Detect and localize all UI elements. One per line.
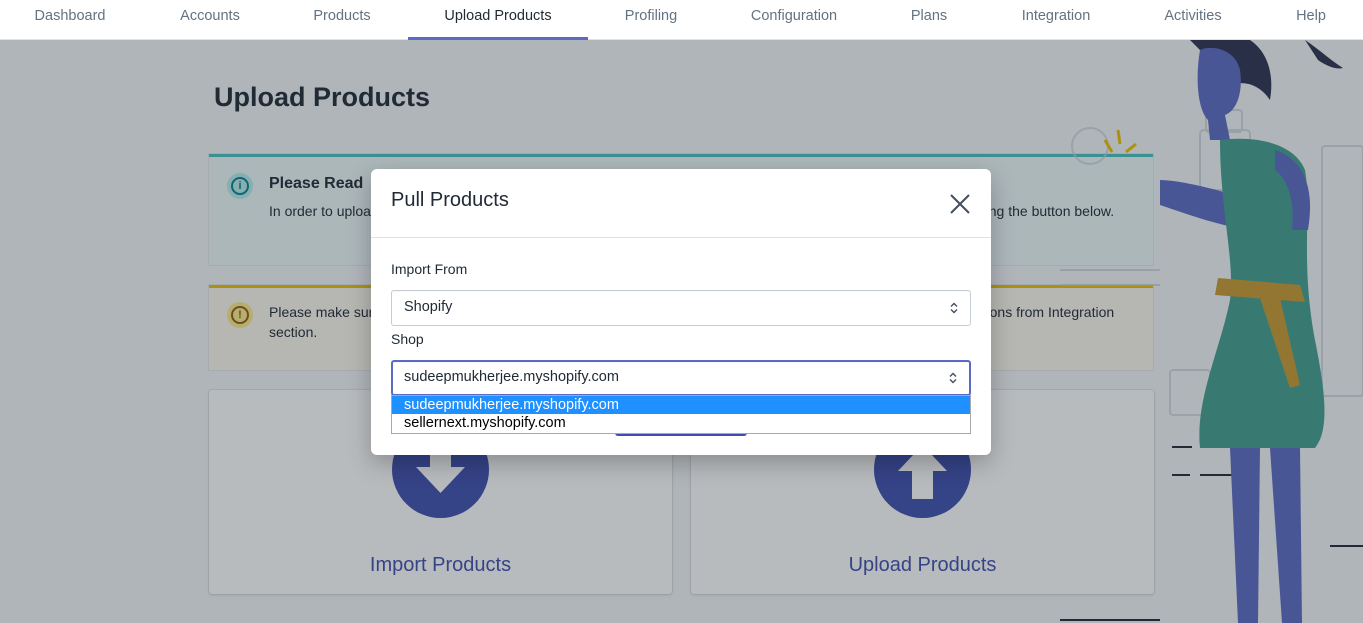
nav-tab-products[interactable]: Products — [292, 0, 392, 40]
nav-tab-plans[interactable]: Plans — [889, 0, 969, 40]
nav-tab-label: Upload Products — [444, 8, 552, 24]
nav-tab-label: Accounts — [180, 8, 240, 24]
nav-tab-label: Dashboard — [34, 8, 106, 24]
shop-option-sudeepmukherjee[interactable]: sudeepmukherjee.myshopify.com — [392, 396, 970, 414]
nav-tab-dashboard[interactable]: Dashboard — [20, 0, 120, 40]
nav-tab-profiling[interactable]: Profiling — [601, 0, 701, 40]
import-from-select[interactable]: Shopify — [391, 290, 971, 326]
modal-title: Pull Products — [391, 189, 509, 211]
nav-tab-accounts[interactable]: Accounts — [160, 0, 260, 40]
select-arrows-icon — [950, 302, 958, 314]
shop-select[interactable]: sudeepmukherjee.myshopify.com — [391, 360, 971, 396]
nav-tab-label: Profiling — [624, 8, 678, 24]
nav-tab-upload-products[interactable]: Upload Products — [408, 0, 588, 40]
nav-tab-label: Help — [1296, 8, 1326, 24]
import-from-label: Import From — [391, 261, 468, 277]
shop-value: sudeepmukherjee.myshopify.com — [404, 369, 619, 385]
nav-tab-help[interactable]: Help — [1271, 0, 1351, 40]
modal-header: Pull Products — [371, 169, 991, 238]
nav-tab-label: Plans — [910, 8, 948, 24]
nav-tab-label: Configuration — [750, 8, 838, 24]
select-arrows-icon — [949, 372, 957, 384]
shop-dropdown-list: sudeepmukherjee.myshopify.com sellernext… — [391, 395, 971, 434]
close-icon[interactable] — [949, 193, 971, 215]
nav-tab-activities[interactable]: Activities — [1143, 0, 1243, 40]
shop-option-sellernext[interactable]: sellernext.myshopify.com — [392, 414, 970, 432]
nav-tab-configuration[interactable]: Configuration — [734, 0, 854, 40]
nav-tab-label: Integration — [1021, 8, 1091, 24]
shop-label: Shop — [391, 331, 424, 347]
top-navigation: Dashboard Accounts Products Upload Produ… — [0, 0, 1363, 40]
nav-tab-integration[interactable]: Integration — [1006, 0, 1106, 40]
nav-tab-label: Products — [313, 8, 371, 24]
nav-tab-label: Activities — [1164, 8, 1222, 24]
import-from-value: Shopify — [404, 299, 453, 315]
